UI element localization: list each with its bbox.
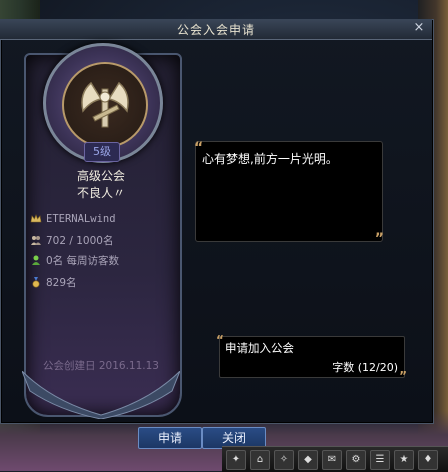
close-icon[interactable]: × bbox=[412, 21, 426, 35]
guild-points-value: 829名 bbox=[46, 276, 77, 289]
hud-slot-icon[interactable]: ★ bbox=[394, 449, 414, 470]
members-icon bbox=[31, 236, 41, 245]
hud-slot-icon[interactable]: ✧ bbox=[274, 449, 294, 470]
quote-close-icon: ” bbox=[399, 369, 407, 383]
hud-slot-icon[interactable]: ♦ bbox=[418, 449, 438, 470]
guild-members-row: 702 / 1000名 bbox=[30, 232, 113, 248]
guild-rank: 高级公会 bbox=[76, 169, 125, 183]
hud-slot-icon[interactable]: ✉ bbox=[322, 449, 342, 470]
medal-icon bbox=[32, 277, 40, 288]
guild-level-badge: 5级 bbox=[84, 142, 120, 162]
guild-master-name: ETERNALwind bbox=[46, 213, 116, 225]
apply-button[interactable]: 申请 bbox=[138, 427, 202, 449]
guild-banner: 5级 高级公会 不良人〃 ETERNALwind 702 / 1000名 0名 … bbox=[18, 43, 184, 420]
guild-points-row: 829名 bbox=[30, 274, 77, 290]
home-icon[interactable]: ⌂ bbox=[250, 449, 270, 470]
banner-wing-ornament bbox=[22, 371, 180, 419]
guild-name: 不良人〃 bbox=[76, 186, 125, 200]
axe-crest-icon bbox=[81, 81, 129, 128]
hud-slot-icon[interactable]: ☰ bbox=[370, 449, 390, 470]
hud-slot-icon[interactable]: ✦ bbox=[226, 449, 246, 470]
bottom-hud-toolbar: ✦ ⌂ ✧ ◆ ✉ ⚙ ☰ ★ ♦ bbox=[222, 446, 448, 472]
guild-members-count: 702 / 1000名 bbox=[46, 234, 114, 247]
guild-message-bubble: “ 心有梦想,前方一片光明。 ” bbox=[194, 140, 384, 247]
application-message-input[interactable]: “ 申请加入公会 字数 (12/20) ” bbox=[216, 333, 407, 383]
guild-master-row: ETERNALwind bbox=[30, 211, 116, 227]
hud-slot-icon[interactable]: ◆ bbox=[298, 449, 318, 470]
guild-message-text: 心有梦想,前方一片光明。 bbox=[202, 152, 338, 166]
weekly-visitors-row: 0名 每周访客数 bbox=[30, 252, 119, 268]
hud-slot-icon[interactable]: ⚙ bbox=[346, 449, 366, 470]
application-message-text: 申请加入公会 bbox=[225, 341, 294, 355]
crest-inner bbox=[62, 62, 148, 148]
window-title: 公会入会申请 bbox=[176, 23, 255, 37]
weekly-visitors-count: 0名 每周访客数 bbox=[46, 254, 120, 267]
quote-open-icon: “ bbox=[216, 333, 224, 347]
visitor-icon bbox=[32, 255, 40, 265]
character-count: 字数 (12/20) bbox=[332, 361, 398, 374]
quote-close-icon: ” bbox=[374, 231, 384, 247]
crown-icon bbox=[30, 214, 42, 223]
